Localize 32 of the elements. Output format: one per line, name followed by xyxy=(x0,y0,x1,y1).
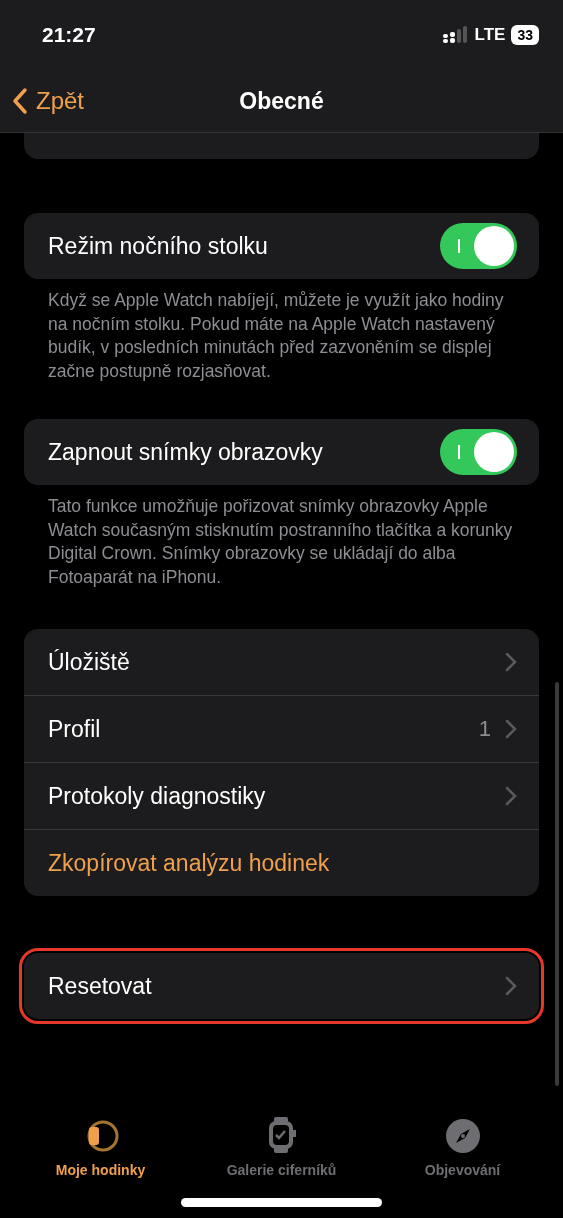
tab-item[interactable]: Moje hodinky xyxy=(15,1098,186,1178)
chevron-icon xyxy=(505,652,517,672)
settings-row[interactable]: Profil 1 xyxy=(24,695,539,762)
compass-icon xyxy=(444,1118,481,1154)
status-time: 21:27 xyxy=(42,23,96,47)
setting-description: Tato funkce umožňuje pořizovat snímky obrazovky Apple Watch současným stisknutím postranního tlačítka a korunky Digital Crown. Snímky obrazovky se ukládají do alba Fotoaparát na iPhonu. xyxy=(47,495,514,589)
settings-row[interactable]: Zkopírovat analýzu hodinek xyxy=(24,829,539,896)
settings-row[interactable]: Protokoly diagnostiky xyxy=(24,762,539,829)
setting-label: Resetovat xyxy=(48,972,152,1000)
signal-icon xyxy=(442,26,469,44)
tab-item[interactable]: Objevování xyxy=(377,1098,548,1178)
tab-item[interactable]: Galerie ciferníků xyxy=(196,1098,367,1178)
watch-icon xyxy=(266,1116,297,1154)
setting-description: Když se Apple Watch nabíjejí, můžete je využít jako hodiny na nočním stolku. Pokud máte na Apple Watch nastavený budík, v posledních minutách před zazvoněním se displej začne postupně rozjasňovat. xyxy=(47,289,505,383)
toggle-switch[interactable] xyxy=(440,429,517,475)
setting-value: 1 xyxy=(478,716,491,742)
setting-label: Zkopírovat analýzu hodinek xyxy=(48,849,330,877)
chevron-icon xyxy=(505,786,517,806)
setting-label: Úložiště xyxy=(48,648,130,676)
back-chevron-icon xyxy=(12,87,28,115)
network-label: LTE xyxy=(474,25,506,45)
setting-label: Zapnout snímky obrazovky xyxy=(48,438,323,466)
setting-label: Protokoly diagnostiky xyxy=(48,782,266,810)
page-title: Obecné xyxy=(239,87,324,115)
setting-label: Profil xyxy=(48,715,101,743)
chevron-icon xyxy=(505,719,517,739)
battery-level: 33 xyxy=(511,25,539,45)
setting-label: Režim nočního stolku xyxy=(48,232,268,260)
settings-row[interactable]: Úložiště xyxy=(24,629,539,695)
chevron-icon xyxy=(505,976,517,996)
back-button[interactable]: Zpět xyxy=(12,87,85,115)
toggle-switch[interactable] xyxy=(440,223,517,269)
